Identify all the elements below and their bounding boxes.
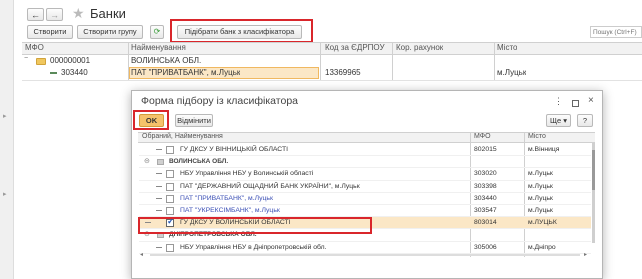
dialog-row-mfo: 303440 (474, 194, 497, 202)
dialog-horizontal-scrollbar[interactable] (150, 254, 580, 256)
highlight-checked-row (138, 217, 372, 234)
dialog-row-mfo: 303398 (474, 182, 497, 190)
dialog-row-mfo: 305006 (474, 243, 497, 251)
left-sidebar-strip (0, 0, 14, 279)
dialog-row-name: ПАТ "УКРЕКСІМБАНК", м.Луцьк (180, 207, 280, 214)
help-button[interactable]: ? (577, 114, 593, 127)
row-edrpou: 13369965 (325, 68, 361, 77)
scroll-left-icon[interactable]: ◂ (140, 251, 143, 258)
highlight-ok-button (133, 110, 169, 130)
sidebar-handle[interactable]: ▸ (3, 112, 7, 120)
column-header-city[interactable]: Місто (497, 42, 517, 54)
dialog-scrollbar-thumb[interactable] (592, 150, 595, 190)
column-header-mfo[interactable]: МФО (25, 42, 44, 54)
checkbox[interactable] (166, 194, 174, 203)
dialog-group-name: ВОЛИНСЬКА ОБЛ. (169, 158, 229, 166)
row-name: ПАТ "ПРИВАТБАНК", м.Луцьк (131, 68, 241, 77)
item-dash-icon (50, 72, 57, 74)
column-header-name[interactable]: Найменування (131, 42, 186, 54)
dialog-title: Форма підбору із класифікатора (141, 95, 298, 107)
dialog-row-name: ПАТ "ПРИВАТБАНК", м.Луцьк (180, 194, 273, 202)
collapse-icon[interactable]: − (24, 55, 28, 62)
dialog-row-city: м.Луцьк (528, 207, 553, 214)
highlight-pick-button (170, 19, 313, 43)
close-icon[interactable]: × (588, 95, 594, 106)
create-button[interactable]: Створити (27, 25, 73, 39)
checkbox[interactable] (166, 146, 174, 154)
checkbox[interactable] (166, 170, 174, 179)
back-button[interactable]: ← (27, 8, 44, 21)
maximize-icon[interactable] (572, 100, 579, 107)
item-dash-icon (156, 210, 162, 211)
scroll-right-icon[interactable]: ▸ (584, 251, 587, 258)
sidebar-handle[interactable]: ▸ (3, 190, 7, 198)
dialog-row-mfo: 803014 (474, 219, 497, 227)
item-dash-icon (156, 173, 162, 175)
item-dash-icon (156, 246, 162, 248)
row-city: м.Луцьк (497, 68, 527, 77)
more-label: Ще (549, 116, 562, 125)
collapse-icon[interactable]: ⊝ (144, 156, 150, 168)
row-name: ВОЛИНСЬКА ОБЛ. (131, 56, 202, 65)
dialog-row-city: м.Дніпро (528, 243, 556, 251)
dialog-row-name: ГУ ДКСУ У ВІННИЦЬКІЙ ОБЛАСТІ (180, 146, 289, 153)
group-folder-icon (157, 159, 164, 166)
refresh-icon[interactable]: ⟳ (150, 25, 164, 39)
dialog-row-mfo: 303547 (474, 207, 497, 214)
checkbox[interactable] (166, 207, 174, 215)
item-dash-icon (156, 197, 162, 199)
dialog-row-name: НБУ Управління НБУ в Дніпропетровській о… (180, 243, 327, 251)
dialog-row-mfo: 802015 (474, 146, 497, 153)
dialog-row-city: м.Вінниця (528, 146, 560, 153)
dialog-row-city: м.Луцьк (528, 194, 553, 202)
search-input[interactable] (590, 26, 642, 38)
dialog-row-city: м.Луцьк (528, 182, 553, 190)
table-row[interactable] (22, 55, 642, 67)
cancel-button[interactable]: Відмінити (175, 114, 213, 127)
page-title: Банки (90, 6, 126, 21)
checkbox[interactable] (166, 243, 174, 252)
dialog-row-city: м.Луцьк (528, 170, 553, 178)
dialog-column-header-city[interactable]: Місто (528, 131, 546, 143)
checkbox[interactable] (166, 182, 174, 191)
row-divider (22, 80, 642, 81)
folder-icon (36, 58, 46, 65)
create-group-button[interactable]: Створити групу (77, 25, 143, 39)
row-mfo: 000000001 (50, 56, 91, 65)
more-button[interactable]: Ще ▾ (546, 114, 571, 127)
dialog-row-name: НБУ Управління НБУ у Волинській області (180, 170, 314, 178)
column-header-kor-account[interactable]: Кор. рахунок (396, 42, 443, 54)
favorite-star-icon[interactable]: ★ (72, 5, 85, 22)
item-dash-icon (156, 149, 162, 150)
row-mfo: 303440 (61, 68, 88, 77)
item-dash-icon (156, 185, 162, 187)
dialog-column-header-mfo[interactable]: МФО (474, 131, 491, 143)
forward-button[interactable]: → (46, 8, 63, 21)
dialog-row-name: ПАТ "ДЕРЖАВНИЙ ОЩАДНИЙ БАНК УКРАЇНИ", м.… (180, 182, 360, 190)
more-actions-icon[interactable]: ⋮ (554, 96, 563, 107)
dialog-row-mfo: 303020 (474, 170, 497, 178)
dialog-row-city: м.ЛУЦЬК (528, 219, 557, 227)
dialog-column-header-name[interactable]: Обраний, Найменування (142, 131, 223, 143)
column-header-edrpou[interactable]: Код за ЄДРПОУ (325, 42, 385, 54)
